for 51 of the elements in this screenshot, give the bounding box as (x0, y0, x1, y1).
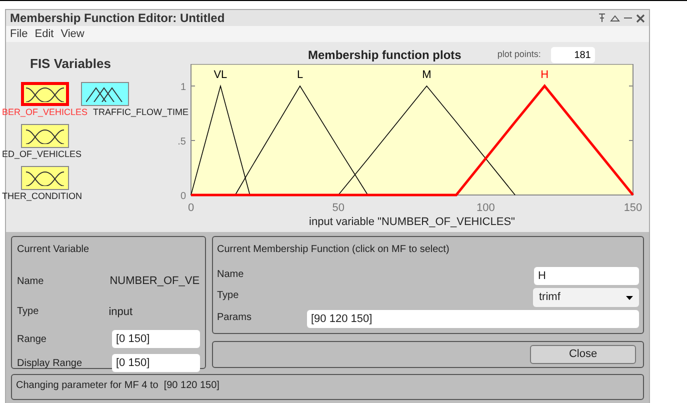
field-label: Type (217, 289, 239, 303)
menu-item[interactable]: View (60, 26, 84, 42)
variable-label: BER_OF_VEHICLES (2, 106, 88, 118)
panel-title: FIS Variables (30, 55, 112, 73)
variable-label: THER_CONDITION (2, 190, 82, 202)
caret-icon (626, 296, 633, 300)
params-field[interactable]: [90 120 150] (307, 310, 639, 328)
window-title: Membership Function Editor: Untitled (10, 10, 225, 27)
panel-title: Current Membership Function (click on MF to select) (217, 243, 450, 257)
mf-label: M (422, 69, 432, 81)
plot-points-field[interactable]: 181 (550, 47, 595, 63)
panel-title: Current Variable (17, 243, 90, 257)
membership-line[interactable] (190, 84, 250, 196)
close-icon[interactable] (636, 14, 645, 22)
display-range-field[interactable]: [0 150] (112, 354, 200, 372)
menu-item[interactable]: File (10, 26, 28, 42)
y-tick-label: .5 (178, 136, 186, 148)
mf-name-field[interactable]: H (534, 267, 639, 285)
field-label: Name (17, 274, 44, 289)
status-bar: Changing parameter for MF 4 to [90 120 150] (11, 374, 644, 400)
x-tick-label: 0 (188, 202, 194, 214)
close-button[interactable]: Close (530, 345, 636, 364)
mf-type-dropdown[interactable]: trimf (533, 288, 639, 307)
range-field[interactable]: [0 150] (112, 330, 200, 348)
variable-type: input (108, 304, 133, 320)
variable-name: NUMBER_OF_VE (110, 274, 200, 289)
pin-icon[interactable] (598, 13, 606, 23)
x-tick-label: 50 (332, 202, 344, 214)
chart-title: Membership function plots (308, 47, 462, 64)
field-label: Name (217, 268, 244, 282)
input-variable-icon[interactable] (21, 124, 69, 148)
x-axis-label: input variable "NUMBER_OF_VEHICLES" (309, 216, 515, 228)
field-label: Range (17, 332, 46, 346)
mf-label: H (540, 69, 549, 81)
plot-points-label: plot points: (497, 48, 541, 62)
mf-label: L (296, 69, 304, 81)
mf-label: VL (214, 69, 228, 81)
y-tick-label: 1 (180, 82, 186, 93)
output-variable-icon[interactable] (81, 82, 129, 106)
variable-label: TRAFFIC_FLOW_TIME (93, 106, 189, 118)
x-tick-label: 150 (624, 202, 642, 214)
field-label: Display Range (17, 356, 82, 370)
field-label: Type (17, 305, 39, 320)
maximize-icon[interactable] (610, 14, 620, 22)
variable-label: ED_OF_VEHICLES (2, 148, 82, 160)
x-tick-label: 100 (476, 202, 495, 214)
field-label: Params (217, 311, 252, 325)
menu-item[interactable]: Edit (34, 26, 54, 42)
y-tick-label: 0 (180, 191, 186, 202)
input-variable-icon[interactable] (21, 82, 69, 106)
input-variable-icon[interactable] (21, 166, 69, 190)
